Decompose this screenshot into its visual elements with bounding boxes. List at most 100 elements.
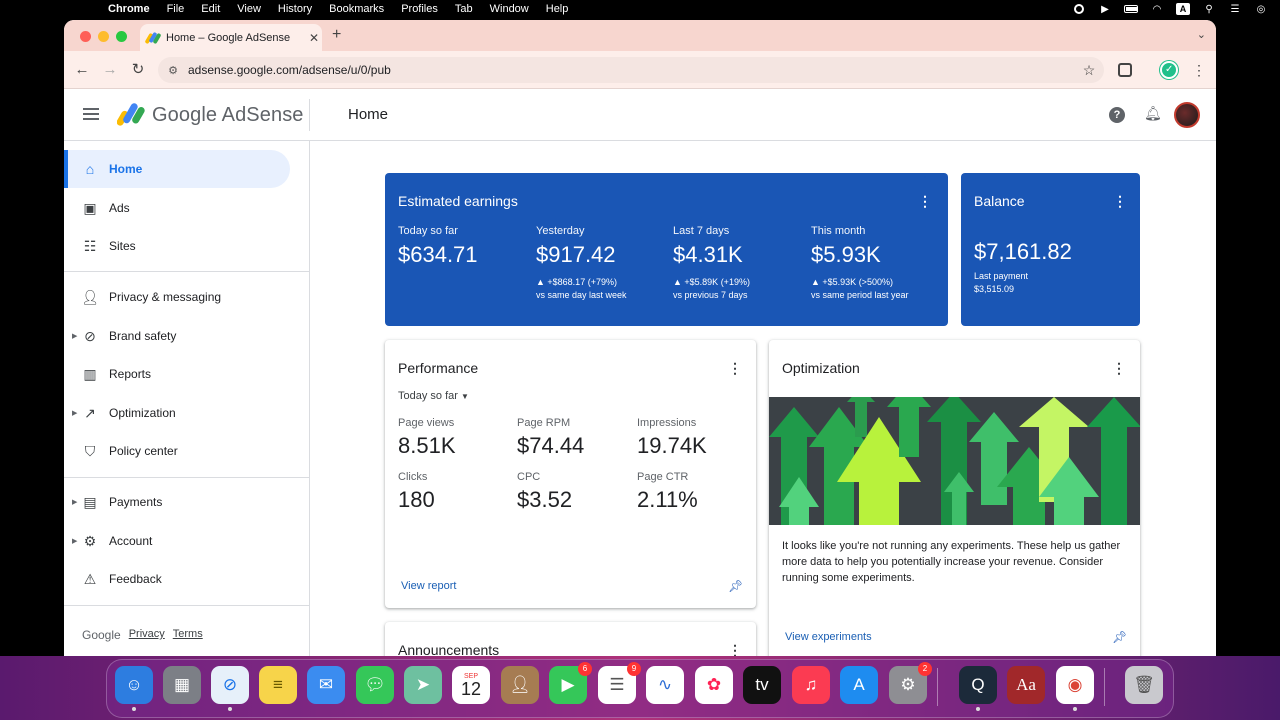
metric-label: Page views xyxy=(398,417,455,429)
sidebar-item-optimization[interactable]: ▶ ↗ Optimization xyxy=(64,394,290,432)
menu-view[interactable]: View xyxy=(237,3,261,15)
view-report-link[interactable]: View report xyxy=(401,580,456,592)
sidebar-item-payments[interactable]: ▶ ▤ Payments xyxy=(64,483,290,521)
sidebar-item-account[interactable]: ▶ ⚙ Account xyxy=(64,522,290,560)
balance-more-icon[interactable]: ⋮ xyxy=(1113,193,1127,210)
performance-card: Performance ⋮ Today so far ▼ Page views … xyxy=(385,340,756,608)
sidebar-item-reports[interactable]: ▥ Reports xyxy=(64,355,290,393)
sidebar-item-policy-center[interactable]: ⛉ Policy center xyxy=(64,432,290,470)
music-icon[interactable]: ♫ xyxy=(792,666,830,704)
privacy-link[interactable]: Privacy xyxy=(129,628,165,642)
help-icon[interactable]: ? xyxy=(1109,107,1125,123)
messages-icon[interactable]: 💬︎ xyxy=(356,666,394,704)
menu-profiles[interactable]: Profiles xyxy=(401,3,438,15)
facetime-icon[interactable]: ▶ 6 xyxy=(549,662,592,704)
menu-app-name[interactable]: Chrome xyxy=(108,3,150,15)
macos-dock: ☺ ▦ ⊘ ≡ ✉ 💬︎ ➤ SEP 12 👤︎ ▶ 6 ☰ 9 ∿ ✿ tv ♫ … xyxy=(106,659,1174,718)
close-tab-icon[interactable]: ✕ xyxy=(306,31,322,45)
product-name[interactable]: Google AdSense xyxy=(152,104,304,127)
expand-caret-icon[interactable]: ▶ xyxy=(72,332,77,340)
grammarly-extension-icon[interactable] xyxy=(1160,61,1178,79)
date-range-dropdown[interactable]: Today so far ▼ xyxy=(398,390,469,402)
optimization-more-icon[interactable]: ⋮ xyxy=(1112,360,1126,377)
chrome-menu-icon[interactable]: ⋮ xyxy=(1192,62,1206,79)
balance-value: $7,161.82 xyxy=(974,239,1072,264)
pin-icon[interactable]: 📌︎ xyxy=(1112,630,1127,644)
extensions-puzzle-icon[interactable] xyxy=(1118,63,1132,77)
performance-more-icon[interactable]: ⋮ xyxy=(728,360,742,377)
browser-tab-adsense[interactable]: Home – Google AdSense ✕ xyxy=(140,24,322,51)
calendar-icon[interactable]: SEP 12 xyxy=(452,666,490,704)
new-tab-icon[interactable]: + xyxy=(332,26,341,44)
main-menu-icon[interactable] xyxy=(83,108,99,120)
menu-bookmarks[interactable]: Bookmarks xyxy=(329,3,384,15)
sidebar-item-sites[interactable]: ☷ Sites xyxy=(64,227,290,265)
notifications-bell-icon[interactable]: 🔔︎ xyxy=(1144,105,1162,123)
home-icon: ⌂ xyxy=(85,161,95,177)
dictionary-icon[interactable]: Aa xyxy=(1007,666,1045,704)
photos-icon[interactable]: ✿ xyxy=(695,666,733,704)
spotlight-icon[interactable]: ⚲ xyxy=(1202,4,1216,15)
chrome-icon[interactable]: ◉ xyxy=(1056,666,1094,711)
optimization-arrows-illustration xyxy=(769,397,1140,525)
expand-caret-icon[interactable]: ▶ xyxy=(72,537,77,545)
pin-icon[interactable]: 📌︎ xyxy=(728,579,743,593)
announcements-more-icon[interactable]: ⋮ xyxy=(728,642,742,656)
launchpad-icon[interactable]: ▦ xyxy=(163,666,201,704)
maps-icon[interactable]: ➤ xyxy=(404,666,442,704)
forward-icon[interactable]: → xyxy=(100,60,120,80)
expand-caret-icon[interactable]: ▶ xyxy=(72,498,77,506)
system-settings-icon[interactable]: ⚙ 2 xyxy=(889,662,932,704)
menu-help[interactable]: Help xyxy=(546,3,569,15)
safari-icon[interactable]: ⊘ xyxy=(211,666,249,711)
menu-window[interactable]: Window xyxy=(490,3,529,15)
wifi-icon[interactable]: ◠ xyxy=(1150,4,1164,15)
site-info-icon[interactable]: ⚙ xyxy=(158,64,188,77)
mail-icon[interactable]: ✉ xyxy=(307,666,345,704)
tab-search-chevron-icon[interactable]: ⌄ xyxy=(1197,28,1206,41)
terms-link[interactable]: Terms xyxy=(173,628,203,642)
freeform-icon[interactable]: ∿ xyxy=(646,666,684,704)
view-experiments-link[interactable]: View experiments xyxy=(785,631,872,643)
menu-file[interactable]: File xyxy=(167,3,185,15)
siri-icon[interactable]: ◎ xyxy=(1254,4,1268,15)
address-bar[interactable]: ⚙ adsense.google.com/adsense/u/0/pub ☆ xyxy=(158,57,1104,83)
input-source-icon[interactable]: A xyxy=(1176,3,1190,15)
control-center-icon[interactable]: ☰ xyxy=(1228,4,1242,15)
quicktime-icon[interactable]: Q xyxy=(959,666,997,711)
finder-icon[interactable]: ☺ xyxy=(115,666,153,711)
battery-icon[interactable] xyxy=(1124,4,1138,15)
sidebar-item-brand-safety[interactable]: ▶ ⊘ Brand safety xyxy=(64,317,290,355)
earnings-more-icon[interactable]: ⋮ xyxy=(918,193,932,210)
sidebar-item-privacy-messaging[interactable]: 👤︎ Privacy & messaging xyxy=(64,278,290,316)
menu-history[interactable]: History xyxy=(278,3,312,15)
sidebar-item-ads[interactable]: ▣ Ads xyxy=(64,189,290,227)
account-avatar[interactable] xyxy=(1174,102,1200,128)
contacts-icon[interactable]: 👤︎ xyxy=(501,666,539,704)
app-store-icon[interactable]: A xyxy=(840,666,878,704)
back-icon[interactable]: ← xyxy=(72,60,92,80)
adsense-favicon-icon xyxy=(144,31,162,44)
metric-label: Clicks xyxy=(398,471,428,483)
sidebar-item-home[interactable]: ⌂ Home xyxy=(64,150,290,188)
close-window-button[interactable] xyxy=(80,31,91,42)
play-icon[interactable]: ▶ xyxy=(1098,4,1112,15)
trash-icon[interactable]: 🗑︎ xyxy=(1125,666,1163,704)
record-icon[interactable] xyxy=(1072,4,1086,15)
menu-edit[interactable]: Edit xyxy=(201,3,220,15)
minimize-window-button[interactable] xyxy=(98,31,109,42)
metric-label: Page RPM xyxy=(517,417,571,429)
notes-icon[interactable]: ≡ xyxy=(259,666,297,704)
perf-metric: Clicks 180 xyxy=(398,471,516,513)
apple-tv-icon[interactable]: tv xyxy=(743,666,781,704)
menu-tab[interactable]: Tab xyxy=(455,3,473,15)
sidebar-item-feedback[interactable]: ⚠ Feedback xyxy=(64,560,290,598)
zoom-window-button[interactable] xyxy=(116,31,127,42)
expand-caret-icon[interactable]: ▶ xyxy=(72,409,77,417)
reminders-icon[interactable]: ☰ 9 xyxy=(598,662,641,704)
bookmark-star-icon[interactable]: ☆ xyxy=(1074,62,1104,79)
sidebar-item-label: Reports xyxy=(109,367,152,381)
reload-icon[interactable]: ↻ xyxy=(128,60,148,80)
header-divider xyxy=(309,99,310,131)
shield-icon: ⛉ xyxy=(84,442,96,459)
